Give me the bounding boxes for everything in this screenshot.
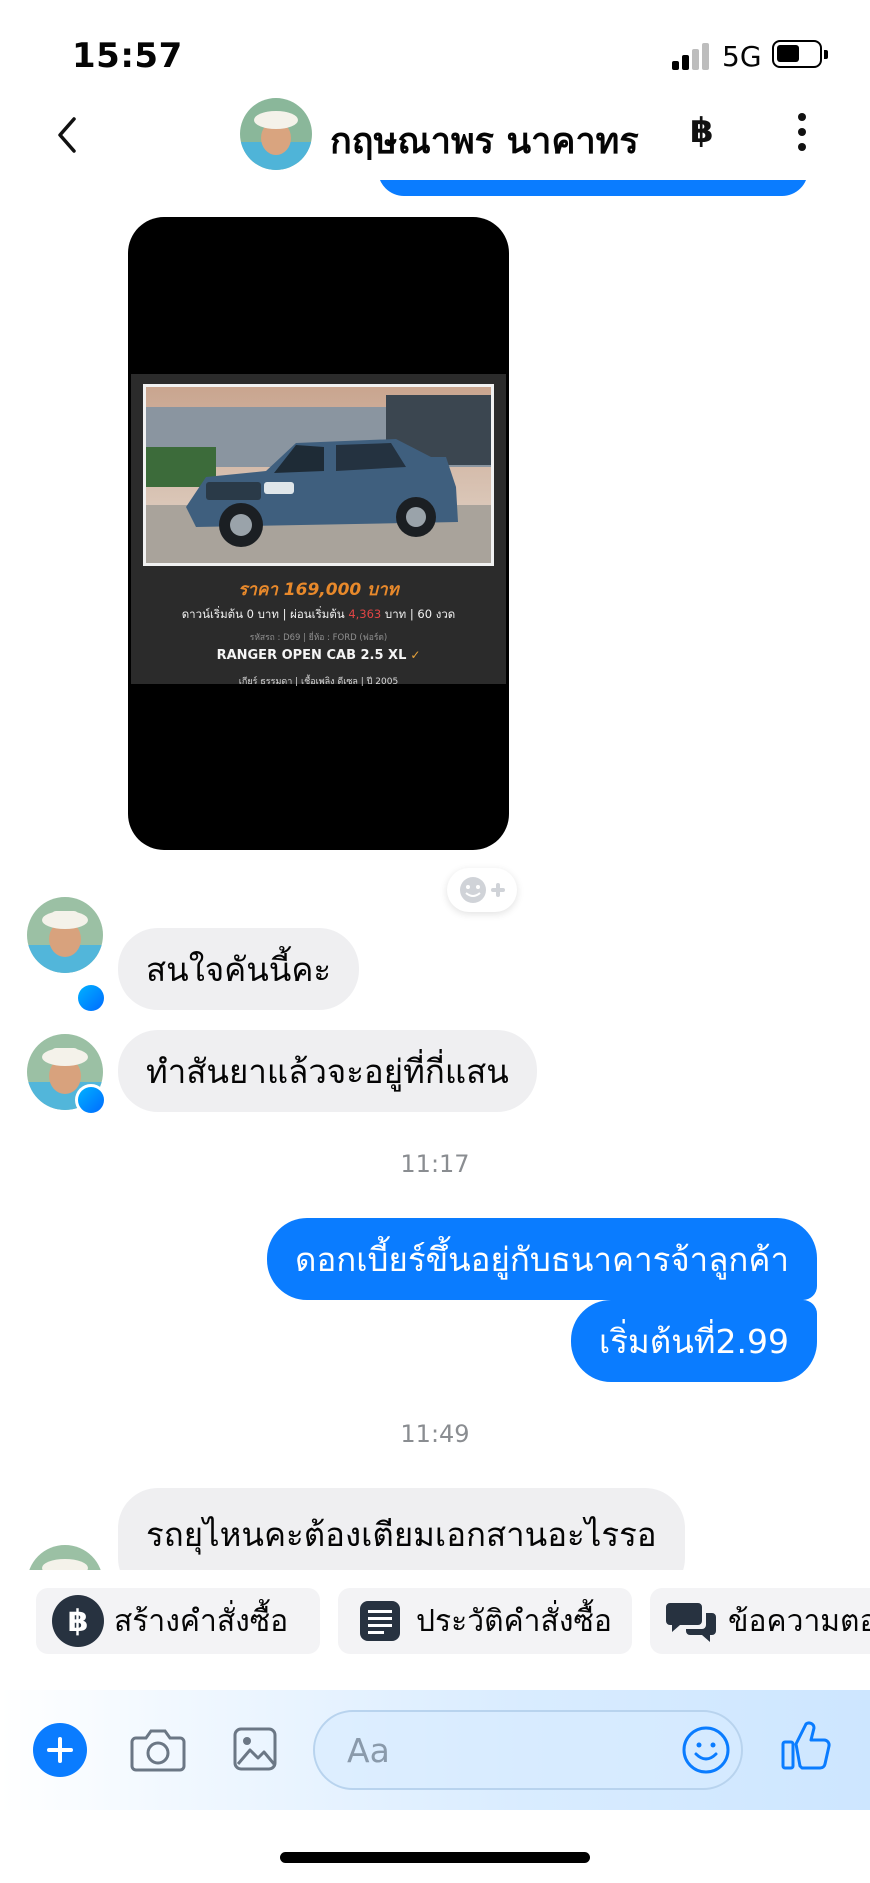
verified-check-icon: ✓ [410, 648, 421, 662]
messenger-badge-icon [75, 1084, 107, 1116]
saved-replies-label: ข้อความตอ [728, 1603, 870, 1639]
contact-name[interactable]: กฤษณาพร นาคาทร [330, 112, 639, 169]
order-history-button[interactable]: ประวัติคำสั่งซื้อ [338, 1588, 632, 1654]
input-placeholder: Aa [347, 1731, 390, 1770]
message-input[interactable]: Aa [313, 1710, 743, 1790]
status-time: 15:57 [72, 36, 183, 76]
plus-icon[interactable] [33, 1723, 87, 1777]
terms-installment: 4,363 [348, 607, 382, 621]
car-listing-card: ราคา 169,000 บาท ดาวน์เริ่มต้น 0 บาท | ผ… [131, 374, 506, 687]
listing-specs: เกียร์ ธรรมดา | เชื้อเพลิง ดีเซล | ปี 20… [238, 677, 399, 687]
payment-baht-icon[interactable]: ฿ [690, 111, 714, 151]
car-photo [143, 384, 494, 566]
order-history-label: ประวัติคำสั่งซื้อ [416, 1603, 612, 1639]
network-type: 5G [722, 40, 762, 73]
emoji-icon[interactable] [680, 1724, 732, 1776]
outgoing-message[interactable]: เริ่มต้นที่2.99 [571, 1300, 817, 1382]
saved-replies-button[interactable]: ข้อความตอ [650, 1588, 870, 1654]
back-arrow-icon[interactable] [50, 113, 86, 157]
message-composer: Aa [0, 1690, 870, 1810]
add-reaction-button[interactable] [447, 868, 517, 912]
contact-avatar[interactable] [240, 98, 312, 170]
terms-suffix: บาท | 60 งวด [381, 607, 456, 621]
sender-avatar[interactable] [27, 897, 103, 973]
svg-text:฿: ฿ [68, 1604, 89, 1639]
terms-prefix: ดาวน์เริ่มต้น 0 บาท | ผ่อนเริ่มต้น [181, 607, 349, 621]
listing-model: RANGER OPEN CAB 2.5 XL ✓ [131, 648, 506, 663]
listing-terms: ดาวน์เริ่มต้น 0 บาท | ผ่อนเริ่มต้น 4,363… [131, 606, 506, 624]
home-indicator[interactable] [280, 1852, 590, 1863]
message-timestamp: 11:49 [400, 1420, 470, 1448]
gallery-icon[interactable] [232, 1726, 278, 1772]
chat-header: กฤษณาพร นาคาทร ฿ [0, 95, 870, 180]
incoming-message[interactable]: สนใจคันนี้คะ [118, 928, 360, 1010]
messenger-badge-icon [75, 982, 107, 1014]
quick-actions-bar: ฿ สร้างคำสั่งซื้อ ประวัติคำสั่งซื้อ ข้อค… [0, 1570, 870, 1668]
thumbs-up-icon[interactable] [780, 1718, 832, 1774]
message-timestamp: 11:17 [400, 1150, 470, 1178]
battery-icon [772, 40, 828, 68]
create-order-label: สร้างคำสั่งซื้อ [114, 1603, 289, 1639]
baht-circle-icon: ฿ [52, 1595, 104, 1647]
camera-icon[interactable] [130, 1726, 186, 1774]
signal-strength-icon [672, 42, 712, 70]
listing-price: ราคา 169,000 บาท [238, 580, 399, 600]
more-options-icon[interactable] [790, 109, 814, 155]
incoming-message[interactable]: ทำสันยาแล้วจะอยู่ที่กี่แสน [118, 1030, 537, 1112]
receipt-icon [354, 1595, 406, 1647]
listing-meta: รหัสรถ : D69 | ยี่ห้อ : FORD (ฟอร์ด) [249, 633, 388, 643]
model-name: RANGER OPEN CAB 2.5 XL [216, 648, 407, 663]
outgoing-message[interactable]: ดอกเบี้ยร์ขึ้นอยู่กับธนาคารจ้าลูกค้า [267, 1218, 817, 1300]
create-order-button[interactable]: ฿ สร้างคำสั่งซื้อ [36, 1588, 320, 1654]
status-bar: 15:57 5G [0, 0, 870, 95]
shared-image-message[interactable]: ราคา 169,000 บาท ดาวน์เริ่มต้น 0 บาท | ผ… [128, 217, 509, 850]
chat-bubbles-icon [666, 1595, 718, 1647]
